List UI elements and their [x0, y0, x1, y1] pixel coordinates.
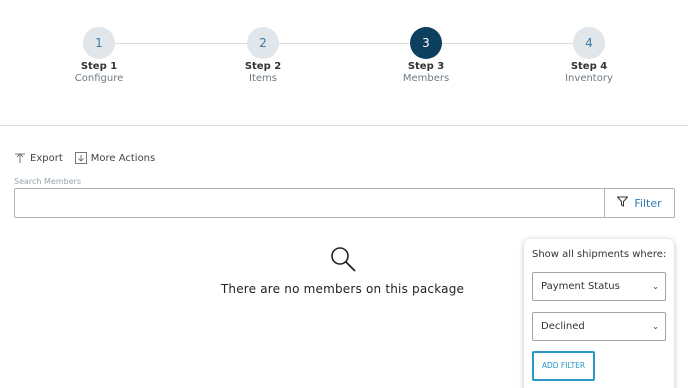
step-number: 2 — [247, 27, 279, 59]
more-actions-icon — [74, 152, 87, 164]
field-select-value: Payment Status — [541, 281, 620, 292]
export-icon — [14, 152, 26, 164]
toolbar-actions: Export More Actions — [14, 152, 155, 164]
empty-state-message: There are no members on this package — [220, 282, 465, 296]
export-label: Export — [30, 152, 63, 164]
step-subtitle: Inventory — [565, 73, 613, 84]
step-title: Step 1 — [80, 61, 118, 72]
value-select-value: Declined — [541, 321, 585, 332]
step-title: Step 3 — [407, 61, 445, 72]
search-box: Filter — [14, 188, 675, 218]
page: 1 Step 1 Configure 2 Step 2 Items 3 Step… — [0, 0, 688, 388]
step-3[interactable]: 3 Step 3 Members — [386, 27, 466, 84]
step-subtitle: Members — [402, 73, 450, 84]
more-actions-label: More Actions — [90, 152, 156, 164]
step-title: Step 2 — [244, 61, 282, 72]
step-number: 1 — [83, 27, 115, 59]
more-actions-button[interactable]: More Actions — [74, 152, 156, 164]
step-4[interactable]: 4 Step 4 Inventory — [549, 27, 629, 84]
search-input[interactable] — [15, 189, 605, 217]
step-1[interactable]: 1 Step 1 Configure — [59, 27, 139, 84]
step-subtitle: Items — [249, 73, 277, 84]
step-2[interactable]: 2 Step 2 Items — [223, 27, 303, 84]
chevron-down-icon: ⌄ — [652, 322, 659, 331]
filter-label: Filter — [634, 196, 662, 210]
export-button[interactable]: Export — [14, 152, 63, 164]
filter-button[interactable]: Filter — [604, 189, 674, 217]
popover-title: Show all shipments where: — [532, 249, 667, 260]
step-subtitle: Configure — [74, 73, 124, 84]
add-filter-button[interactable]: ADD FILTER — [532, 351, 595, 381]
search-icon — [330, 246, 356, 276]
step-number: 3 — [410, 27, 442, 59]
stepper: 1 Step 1 Configure 2 Step 2 Items 3 Step… — [0, 0, 688, 126]
filter-icon — [616, 196, 629, 210]
step-number: 4 — [573, 27, 605, 59]
filter-popover: Show all shipments where: Payment Status… — [524, 239, 674, 388]
field-select[interactable]: Payment Status ⌄ — [532, 272, 666, 301]
step-title: Step 4 — [570, 61, 608, 72]
chevron-down-icon: ⌄ — [652, 282, 659, 291]
value-select[interactable]: Declined ⌄ — [532, 312, 666, 341]
search-label: Search Members — [14, 177, 82, 186]
